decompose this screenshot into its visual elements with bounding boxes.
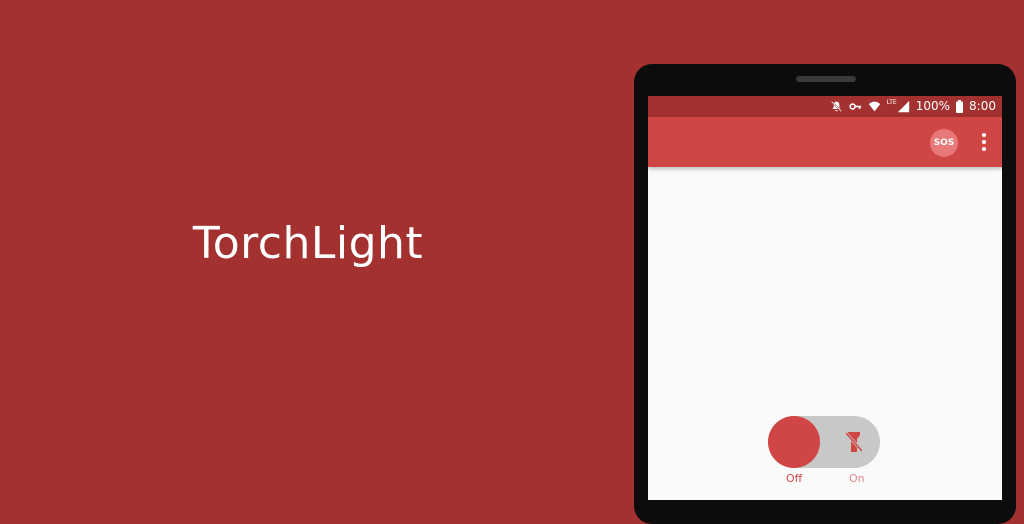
battery-percentage: 100% bbox=[915, 99, 951, 113]
banner-title: TorchLight bbox=[192, 218, 424, 269]
network-type: LTE bbox=[886, 98, 897, 106]
mute-icon bbox=[830, 100, 842, 112]
vpn-key-icon bbox=[849, 102, 861, 110]
wifi-icon bbox=[868, 101, 880, 111]
battery-icon bbox=[956, 99, 964, 113]
sos-button[interactable]: SOS bbox=[930, 129, 958, 157]
torch-toggle[interactable] bbox=[768, 416, 880, 468]
app-bar: SOS bbox=[648, 117, 1002, 167]
clock: 8:00 bbox=[969, 99, 996, 113]
toggle-knob[interactable] bbox=[768, 416, 820, 468]
phone-screen: LTE 100% 8:00 SOS Off On bbox=[648, 96, 1002, 500]
signal-icon bbox=[897, 100, 909, 112]
toggle-off-label: Off bbox=[786, 472, 803, 485]
more-vert-icon[interactable] bbox=[978, 131, 990, 153]
toggle-on-label: On bbox=[849, 472, 865, 485]
status-bar: LTE 100% 8:00 bbox=[648, 96, 1002, 117]
flash-off-icon bbox=[846, 432, 862, 452]
phone-speaker bbox=[796, 76, 856, 82]
